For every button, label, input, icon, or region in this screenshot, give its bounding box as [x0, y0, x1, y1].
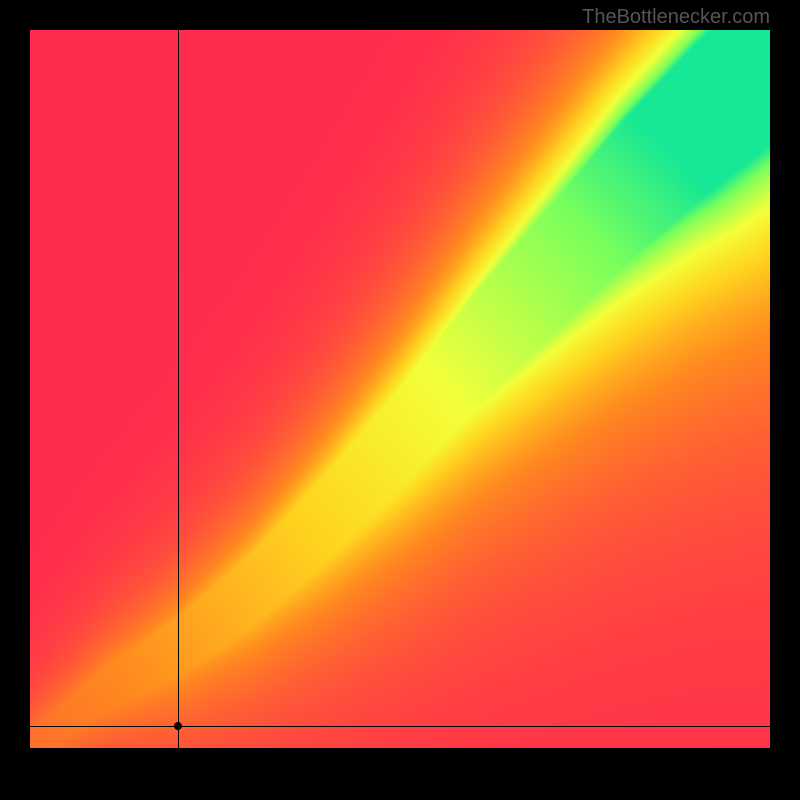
marker-dot — [174, 722, 182, 730]
crosshair-vertical — [178, 30, 179, 748]
plot-area — [30, 30, 770, 748]
heatmap-canvas — [30, 30, 770, 748]
crosshair-horizontal — [30, 726, 770, 727]
attribution-text: TheBottlenecker.com — [582, 6, 770, 29]
chart-container: TheBottlenecker.com — [0, 0, 800, 800]
